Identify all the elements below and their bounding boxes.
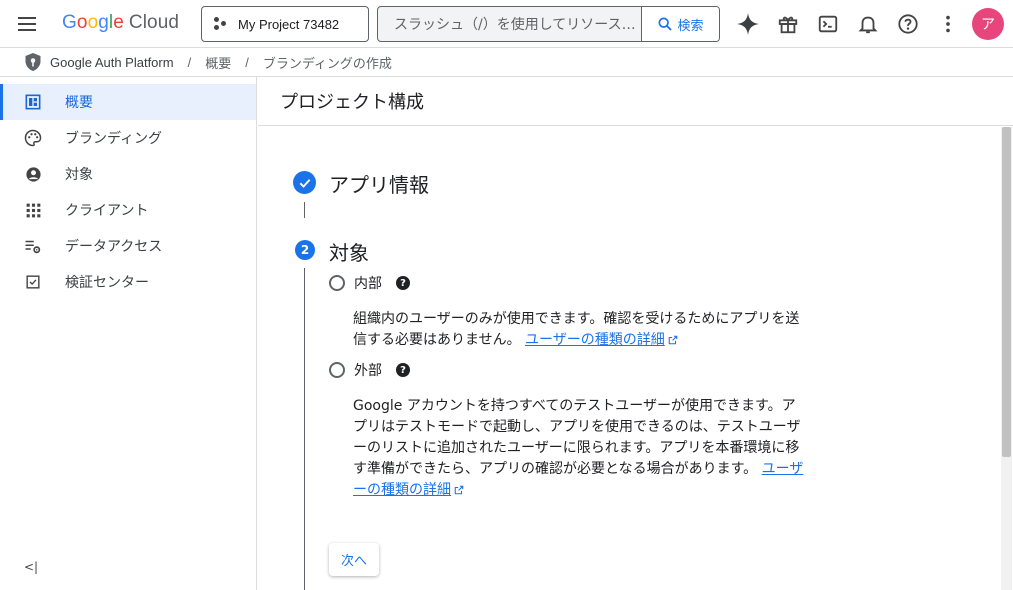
breadcrumb-item-auth-platform[interactable]: Google Auth Platform <box>50 55 174 70</box>
help-circle-icon[interactable]: ? <box>396 276 410 290</box>
cloud-shell-terminal-icon[interactable] <box>814 10 842 38</box>
step-audience-title: 対象 <box>329 241 369 265</box>
sidebar-item-clients[interactable]: クライアント <box>0 192 256 228</box>
internal-description: 組織内のユーザーのみが使用できます。確認を受けるためにアプリを送信する必要はあり… <box>353 309 808 351</box>
data-settings-icon <box>24 237 42 255</box>
top-app-bar: Google Cloud My Project 73482 スラッシュ（/）を使用… <box>0 0 1013 48</box>
logo-google-text: Google <box>62 12 124 33</box>
sidebar-item-label: データアクセス <box>65 239 163 255</box>
step-connector-line <box>304 268 305 590</box>
gift-icon[interactable] <box>774 10 802 38</box>
search-icon <box>658 17 673 31</box>
help-icon[interactable] <box>894 10 922 38</box>
google-cloud-logo[interactable]: Google Cloud <box>62 12 179 34</box>
notifications-bell-icon[interactable] <box>854 10 882 38</box>
sidebar-nav: 概要 ブランディング 対象 クライアント データアクセス 検証センター <| <box>0 77 257 590</box>
radio-option-external[interactable]: 外部 ? <box>329 360 410 380</box>
project-icon <box>214 17 228 31</box>
radio-external[interactable] <box>329 362 345 378</box>
breadcrumb-item-overview[interactable]: 概要 <box>205 53 231 72</box>
step-number-badge: 2 <box>295 240 315 260</box>
main-scrollbar[interactable] <box>1001 127 1012 590</box>
account-avatar[interactable]: ア <box>972 8 1004 40</box>
external-description-text: Google アカウントを持つすべてのテストユーザーが使用できます。アプリはテス… <box>353 398 801 477</box>
sidebar-item-label: 対象 <box>65 167 93 183</box>
palette-icon <box>24 129 42 147</box>
search-button[interactable]: 検索 <box>641 7 719 41</box>
search-input[interactable]: スラッシュ（/）を使用してリソース… <box>378 14 641 34</box>
checkbox-icon <box>24 273 42 291</box>
radio-external-label: 外部 <box>354 363 382 379</box>
sidebar-item-verification-center[interactable]: 検証センター <box>0 264 256 300</box>
sidebar-item-audience[interactable]: 対象 <box>0 156 256 192</box>
sidebar-item-overview[interactable]: 概要 <box>0 84 256 120</box>
more-vert-icon[interactable] <box>934 10 962 38</box>
project-picker-button[interactable]: My Project 73482 <box>201 6 369 42</box>
link-label: ユーザーの種類の詳細 <box>525 332 665 348</box>
menu-icon[interactable] <box>18 14 38 34</box>
search-box[interactable]: スラッシュ（/）を使用してリソース… 検索 <box>377 6 720 42</box>
step-connector-line <box>304 202 305 218</box>
sidebar-item-branding[interactable]: ブランディング <box>0 120 256 156</box>
breadcrumb-separator: / <box>245 54 249 70</box>
external-description: Google アカウントを持つすべてのテストユーザーが使用できます。アプリはテス… <box>353 396 808 501</box>
logo-cloud-text: Cloud <box>128 12 180 33</box>
sidebar-item-label: 概要 <box>65 95 93 111</box>
step-complete-check-icon <box>293 171 316 194</box>
account-circle-icon <box>24 165 42 183</box>
radio-internal-label: 内部 <box>354 276 382 292</box>
internal-user-type-link[interactable]: ユーザーの種類の詳細 <box>525 332 678 348</box>
gemini-sparkle-icon[interactable] <box>734 10 762 38</box>
collapse-sidebar-button[interactable]: <| <box>24 560 38 574</box>
auth-platform-shield-icon <box>25 53 41 71</box>
breadcrumb-separator: / <box>187 54 192 70</box>
sidebar-item-label: ブランディング <box>65 131 163 147</box>
radio-option-internal[interactable]: 内部 ? <box>329 273 410 293</box>
project-name: My Project 73482 <box>238 16 340 32</box>
sidebar-item-label: クライアント <box>65 203 149 219</box>
open-in-new-icon <box>668 335 678 345</box>
page-title: プロジェクト構成 <box>258 77 1013 126</box>
help-circle-icon[interactable]: ? <box>396 363 410 377</box>
open-in-new-icon <box>454 485 464 495</box>
search-button-label: 検索 <box>677 18 704 34</box>
scrollbar-thumb[interactable] <box>1002 127 1011 457</box>
next-button[interactable]: 次へ <box>329 543 379 576</box>
breadcrumb: Google Auth Platform / 概要 / ブランディングの作成 <box>0 48 1013 77</box>
sidebar-item-data-access[interactable]: データアクセス <box>0 228 256 264</box>
step-app-info-title[interactable]: アプリ情報 <box>329 169 429 198</box>
breadcrumb-item-create-branding: ブランディングの作成 <box>262 55 392 71</box>
apps-grid-icon <box>24 201 42 219</box>
dashboard-icon <box>24 93 42 111</box>
radio-internal[interactable] <box>329 275 345 291</box>
sidebar-item-label: 検証センター <box>65 275 149 291</box>
